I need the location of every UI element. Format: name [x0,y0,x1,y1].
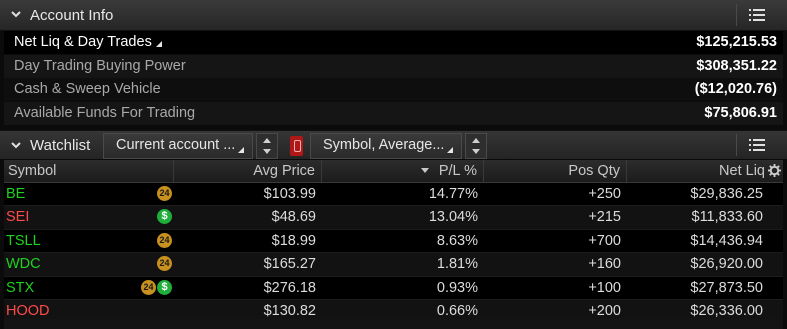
column-header-avg-price[interactable]: Avg Price [174,160,322,182]
avg-price-cell: $276.18 [263,279,316,296]
pl-pct-cell: 0.93% [436,279,478,296]
avg-price-cell: $103.99 [263,186,316,202]
account-dropdown[interactable]: Current account ... [103,133,253,159]
net-liq-cell: $11,833.60 [691,209,764,226]
columns-dropdown-label: Symbol, Average... [323,137,445,153]
24-hour-trading-icon: 24 [141,279,156,295]
dividend-dollar-icon: $ [157,279,172,295]
chevron-down-icon[interactable] [10,8,22,20]
spinner-up-icon[interactable] [472,138,480,143]
account-row-value: $125,215.53 [696,34,777,50]
badges: 24 [156,232,172,249]
symbol-cell[interactable]: BE 24 [4,183,174,205]
account-row-label: Day Trading Buying Power [14,58,186,74]
badges: 24 $ [140,279,172,296]
sort-descending-icon [420,168,429,173]
watchlist-table-body: BE 24 $103.99 14.77% +250 $29,836.25 SEI… [4,183,783,324]
link-icon[interactable] [290,136,303,156]
net-liq-cell: $26,920.00 [690,256,763,273]
pos-qty-cell: +700 [588,232,621,249]
table-row[interactable]: STX 24 $ $276.18 0.93% +100 $27,873.50 [4,276,783,300]
badges: $ [156,209,172,225]
account-row-label: Net Liq & Day Trades [14,34,162,50]
expand-corner-icon[interactable] [155,41,162,47]
symbol-cell[interactable]: WDC 24 [4,253,174,275]
table-row[interactable]: TSLL 24 $18.99 8.63% +700 $14,436.94 [4,229,783,254]
chevron-down-icon[interactable] [10,139,22,151]
watchlist-toolbar: Watchlist Current account ... Symbol, Av… [0,130,787,160]
account-info-header: Account Info [0,0,787,31]
dropdown-corner-icon [447,147,453,153]
columns-spinner[interactable] [465,133,487,159]
gear-icon[interactable] [768,164,781,177]
badges: 24 [156,256,172,272]
columns-dropdown[interactable]: Symbol, Average... [310,133,462,159]
list-menu-icon [749,9,765,21]
trading-window: Account Info Net Liq & Day Trades $125,2… [0,0,787,329]
account-row-label: Available Funds For Trading [14,105,196,121]
list-menu-icon [749,139,765,151]
account-spinner[interactable] [256,133,278,159]
account-row-available-funds: Available Funds For Trading $75,806.91 [4,102,783,125]
table-row[interactable]: WDC 24 $165.27 1.81% +160 $26,920.00 [4,253,783,277]
column-header-net-liq[interactable]: Net Liq [627,160,783,182]
watchlist-table-header: Symbol Avg Price P/L % Pos Qty Net Liq [4,160,783,183]
account-row-day-trading-bp: Day Trading Buying Power $308,351.22 [4,55,783,78]
dividend-dollar-icon: $ [157,209,172,225]
account-row-net-liq[interactable]: Net Liq & Day Trades $125,215.53 [4,31,783,54]
account-row-value: ($12,020.76) [694,81,777,97]
watchlist-menu-button[interactable] [736,134,775,156]
badges: 24 [156,186,172,202]
account-info-menu-button[interactable] [736,4,775,26]
pl-pct-cell: 1.81% [436,256,478,273]
spinner-down-icon[interactable] [472,149,480,154]
symbol-cell[interactable]: TSLL 24 [4,230,174,252]
24-hour-trading-icon: 24 [157,256,172,272]
24-hour-trading-icon: 24 [157,232,172,248]
pl-pct-cell: 8.63% [436,232,478,249]
account-dropdown-label: Current account ... [116,137,236,153]
spinner-up-icon[interactable] [263,138,271,143]
pl-pct-cell: 14.77% [428,186,478,202]
column-header-symbol[interactable]: Symbol [4,160,174,182]
watchlist-title: Watchlist [30,137,91,154]
net-liq-cell: $27,873.50 [690,279,763,296]
table-row[interactable]: BE 24 $103.99 14.77% +250 $29,836.25 [4,183,783,207]
pos-qty-cell: +100 [588,279,621,296]
account-row-label: Cash & Sweep Vehicle [14,81,161,97]
table-footer-strip [4,319,783,329]
spinner-down-icon[interactable] [263,149,271,154]
column-header-pos-qty[interactable]: Pos Qty [484,160,627,182]
avg-price-cell: $165.27 [263,256,316,273]
column-header-pl-pct[interactable]: P/L % [322,160,484,182]
24-hour-trading-icon: 24 [157,186,172,201]
symbol-cell[interactable]: STX 24 $ [4,277,174,299]
pos-qty-cell: +250 [588,186,621,202]
net-liq-cell: $14,436.94 [690,232,763,249]
pl-pct-cell: 13.04% [428,209,478,226]
dropdown-corner-icon [238,147,244,153]
account-info-title: Account Info [30,7,114,24]
pos-qty-cell: +160 [588,256,621,273]
net-liq-cell: $29,836.25 [690,186,763,202]
avg-price-cell: $18.99 [271,232,316,249]
pos-qty-cell: +215 [588,209,621,226]
table-row[interactable]: SEI $ $48.69 13.04% +215 $11,833.60 [4,206,783,230]
symbol-cell[interactable]: SEI $ [4,206,174,228]
account-row-value: $308,351.22 [696,58,777,74]
account-row-cash-sweep: Cash & Sweep Vehicle ($12,020.76) [4,78,783,101]
account-row-value: $75,806.91 [704,105,777,121]
avg-price-cell: $48.69 [271,209,316,226]
